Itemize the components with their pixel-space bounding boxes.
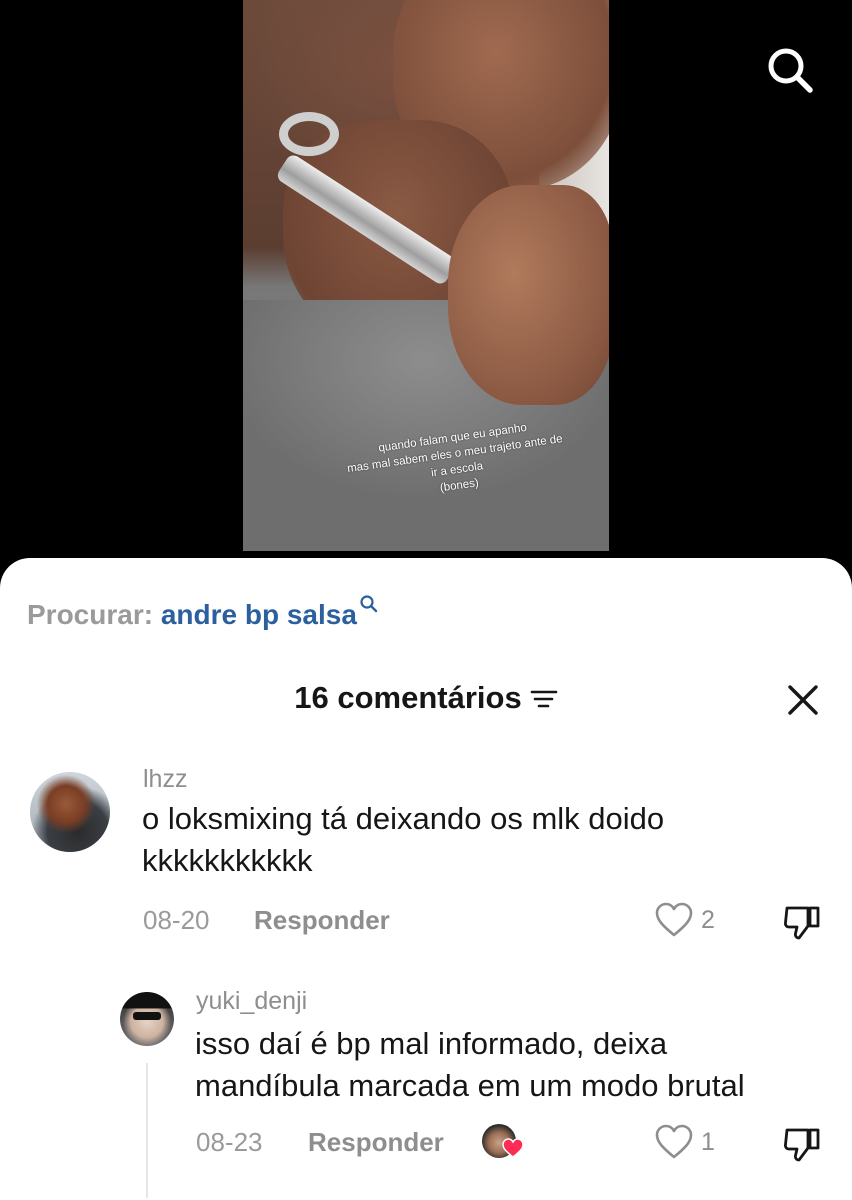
video-wrench-ring bbox=[279, 112, 339, 156]
thumbs-down-icon bbox=[784, 1128, 820, 1162]
comment-text-line: isso daí é bp mal informado, deixa bbox=[195, 1026, 668, 1061]
avatar[interactable] bbox=[120, 992, 174, 1046]
dislike-button[interactable] bbox=[782, 902, 822, 947]
search-suggestion[interactable]: Procurar: andre bp salsa bbox=[27, 595, 379, 632]
comment-date: 08-20 bbox=[143, 905, 210, 935]
video-hand bbox=[448, 185, 609, 405]
search-icon bbox=[768, 48, 813, 93]
like-button[interactable]: 1 bbox=[655, 1124, 715, 1160]
comment-username[interactable]: lhzz bbox=[143, 764, 187, 794]
like-count: 2 bbox=[701, 905, 715, 934]
sort-icon[interactable] bbox=[530, 686, 558, 710]
video-player[interactable]: quando falam que eu apanho mas mal sabem… bbox=[0, 0, 852, 560]
search-icon bbox=[360, 595, 378, 613]
search-suggestion-prefix: Procurar: bbox=[27, 599, 154, 630]
comments-header: 16 comentários bbox=[0, 676, 852, 720]
close-icon bbox=[788, 685, 818, 715]
heart-icon bbox=[655, 1124, 693, 1159]
comment-text-line: kkkkkkkkkkk bbox=[142, 843, 313, 878]
search-suggestion-term[interactable]: andre bp salsa bbox=[161, 599, 357, 630]
heart-icon bbox=[502, 1138, 524, 1158]
comment-count: 16 comentários bbox=[0, 680, 852, 716]
liked-by-creator-badge bbox=[482, 1122, 526, 1162]
reply-button[interactable]: Responder bbox=[308, 1127, 444, 1157]
close-button[interactable] bbox=[785, 682, 821, 718]
comment-text-line: o loksmixing tá deixando os mlk doido bbox=[142, 801, 665, 836]
comment-username[interactable]: yuki_denji bbox=[196, 986, 307, 1016]
comment-text: isso daí é bp mal informado, deixa mandí… bbox=[195, 1023, 835, 1107]
comment-text-line: mandíbula marcada em um modo brutal bbox=[195, 1068, 745, 1103]
avatar[interactable] bbox=[30, 772, 110, 852]
like-button[interactable]: 2 bbox=[655, 902, 715, 938]
video-frame[interactable]: quando falam que eu apanho mas mal sabem… bbox=[243, 0, 609, 551]
comments-sheet: Procurar: andre bp salsa 16 comentários bbox=[0, 558, 852, 1200]
comment-item: lhzz o loksmixing tá deixando os mlk doi… bbox=[0, 765, 852, 952]
reply-item: yuki_denji isso daí é bp mal informado, … bbox=[0, 987, 852, 1192]
like-count: 1 bbox=[701, 1127, 715, 1156]
thumbs-down-icon bbox=[784, 906, 820, 940]
comment-date: 08-23 bbox=[196, 1127, 263, 1157]
comment-text: o loksmixing tá deixando os mlk doido kk… bbox=[142, 798, 822, 882]
search-button[interactable] bbox=[764, 44, 816, 96]
heart-icon bbox=[655, 902, 693, 937]
comment-count-label: 16 comentários bbox=[294, 680, 522, 715]
dislike-button[interactable] bbox=[782, 1124, 822, 1169]
reply-button[interactable]: Responder bbox=[254, 905, 390, 935]
